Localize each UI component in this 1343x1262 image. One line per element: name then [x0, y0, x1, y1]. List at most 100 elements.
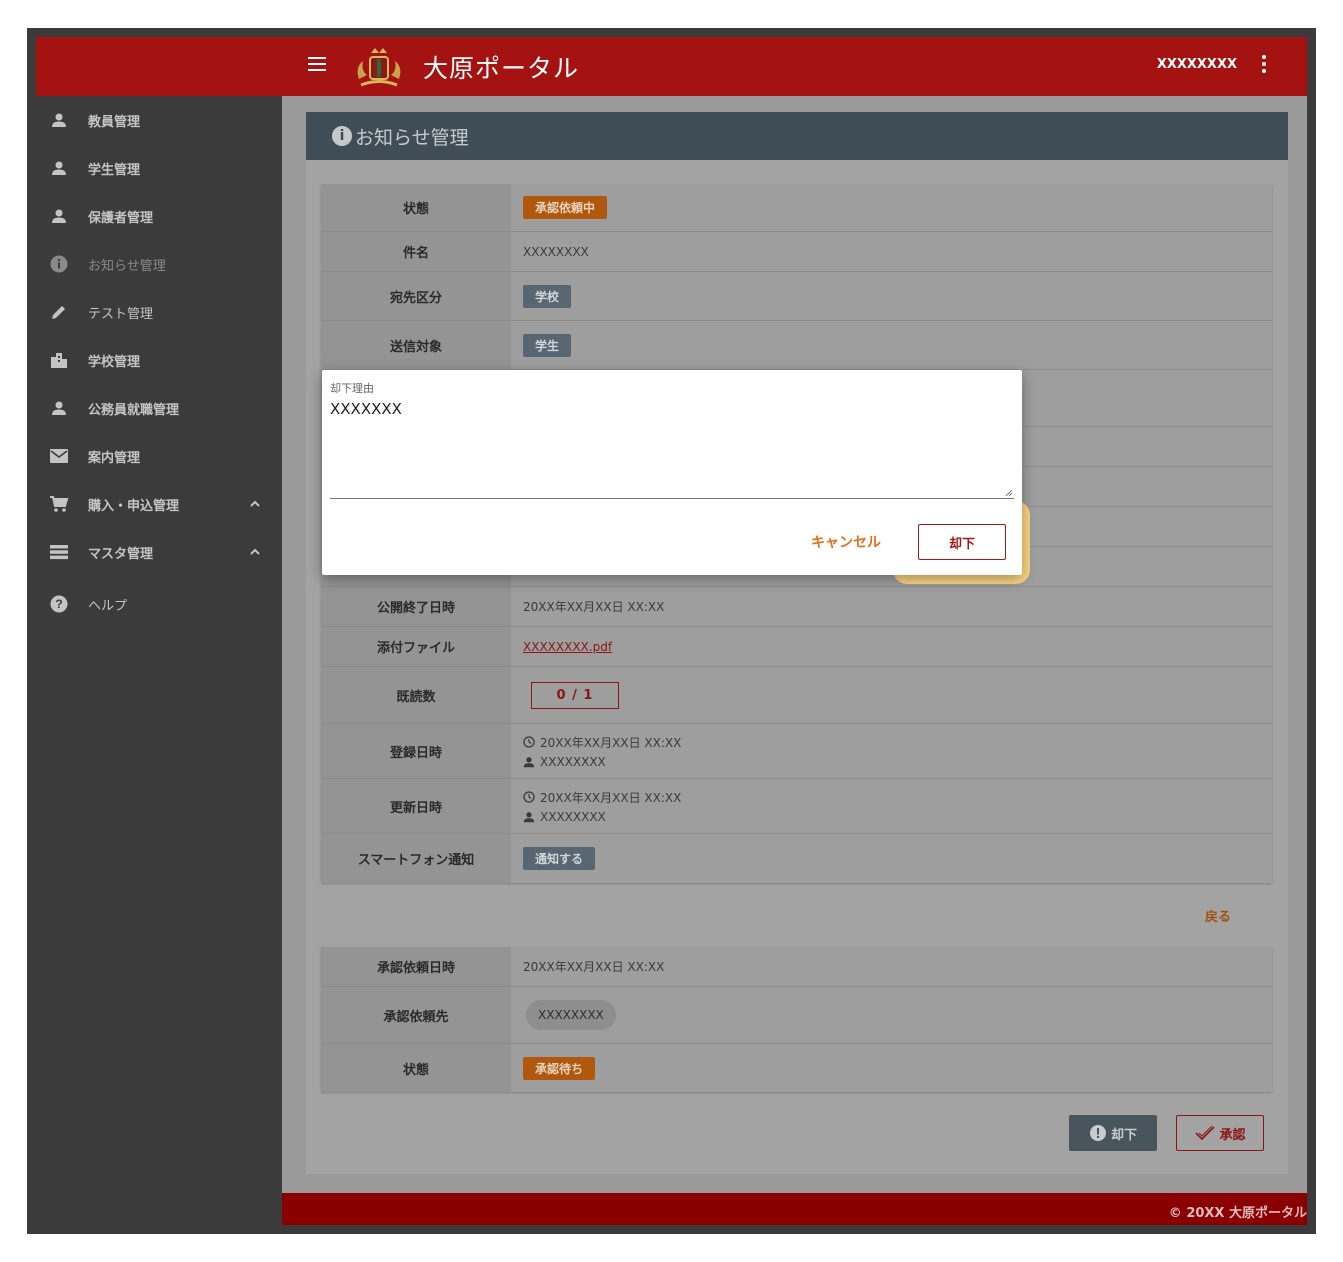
- sidebar-item-label: 保護者管理: [88, 210, 154, 226]
- footer: © 20XX 大原ポータル: [282, 1193, 1307, 1225]
- chevron-up-icon[interactable]: [249, 546, 261, 558]
- copyright-text: © 20XX 大原ポータル: [1168, 1206, 1307, 1221]
- approval-date-value: 20XX年XX月XX日 XX:XX: [523, 960, 665, 974]
- created-date: 20XX年XX月XX日 XX:XX: [540, 735, 682, 750]
- help-icon: ?: [49, 594, 69, 614]
- alert-icon: [1089, 1125, 1106, 1141]
- approver-chip: XXXXXXXX: [526, 1000, 616, 1030]
- crest-logo-icon: [357, 48, 401, 87]
- person-icon: [49, 206, 69, 226]
- cancel-button[interactable]: キャンセル: [811, 532, 881, 552]
- main-content: i お知らせ管理 状態 承認依頼中 件名 XXXXXXXX 宛先区分 学校 送信…: [282, 96, 1307, 1194]
- clock-icon: [523, 791, 535, 803]
- destination-badge: 学校: [523, 284, 572, 308]
- subject-value: XXXXXXXX: [523, 244, 589, 259]
- row-label: 公開終了日時: [321, 587, 511, 626]
- cart-icon: [49, 494, 69, 514]
- app-header: 大原ポータル XXXXXXXX: [36, 37, 1307, 96]
- person-icon: [49, 110, 69, 130]
- row-label: 送信対象: [321, 321, 511, 369]
- info-icon: [49, 254, 69, 274]
- app-title: 大原ポータル: [423, 54, 580, 83]
- building-icon: [49, 350, 69, 370]
- app-frame: 大原ポータル XXXXXXXX 教員管理 学生管理 保護者管理 お知らせ管理 テ…: [27, 28, 1316, 1234]
- sidebar-item-tests[interactable]: テスト管理: [27, 288, 282, 336]
- pencil-icon: [49, 302, 69, 322]
- sidebar-item-label: 公務員就職管理: [88, 402, 180, 418]
- check-icon: [1195, 1125, 1216, 1141]
- approval-status-badge: 承認待ち: [523, 1056, 596, 1080]
- row-label: 更新日時: [321, 779, 511, 833]
- reject-button[interactable]: 却下: [1069, 1115, 1157, 1151]
- person-icon: [523, 756, 535, 767]
- sidebar-item-label: 学生管理: [88, 162, 141, 178]
- table-row: 承認依頼日時 20XX年XX月XX日 XX:XX: [321, 947, 1272, 987]
- user-name[interactable]: XXXXXXXX: [1157, 57, 1237, 72]
- row-label: 状態: [321, 184, 511, 231]
- approve-button[interactable]: 承認: [1176, 1115, 1264, 1151]
- table-row: 宛先区分 学校: [321, 272, 1272, 321]
- read-count-button[interactable]: 0 / 1: [531, 681, 619, 709]
- attachment-link[interactable]: XXXXXXXX.pdf: [523, 640, 612, 654]
- table-row: 既読数 0 / 1: [321, 667, 1272, 724]
- table-row: 添付ファイル XXXXXXXX.pdf: [321, 627, 1272, 667]
- sidebar-item-students[interactable]: 学生管理: [27, 144, 282, 192]
- sidebar-item-label: 学校管理: [88, 354, 141, 370]
- row-label: 承認依頼先: [321, 987, 511, 1043]
- sidebar-item-label: 購入・申込管理: [88, 498, 180, 514]
- row-label: 承認依頼日時: [321, 947, 511, 986]
- sidebar-item-civil-service[interactable]: 公務員就職管理: [27, 384, 282, 432]
- info-icon: i: [332, 126, 352, 146]
- chevron-up-icon[interactable]: [249, 498, 261, 510]
- table-row: 件名 XXXXXXXX: [321, 232, 1272, 272]
- reject-reason-dialog: 却下理由 XXXXXXX キャンセル: [322, 370, 1022, 575]
- approve-label: 承認: [1219, 1127, 1246, 1143]
- page-title-text: お知らせ管理: [355, 126, 469, 149]
- reject-reason-textarea[interactable]: XXXXXXX: [330, 400, 1014, 498]
- sidebar-item-label: 案内管理: [88, 450, 141, 466]
- table-row: 承認依頼先 XXXXXXXX: [321, 987, 1272, 1044]
- sidebar-item-notices[interactable]: お知らせ管理: [27, 240, 282, 288]
- table-row: 送信対象 学生: [321, 321, 1272, 370]
- updated-date: 20XX年XX月XX日 XX:XX: [540, 790, 682, 805]
- table-row: 更新日時 20XX年XX月XX日 XX:XX XXXXXXXX: [321, 779, 1272, 834]
- table-row: スマートフォン通知 通知する: [321, 834, 1272, 883]
- sidebar-item-guides[interactable]: 案内管理: [27, 432, 282, 480]
- end-date-value: 20XX年XX月XX日 XX:XX: [523, 600, 665, 614]
- sidebar-item-masters[interactable]: マスタ管理: [27, 528, 282, 576]
- notice-card: i お知らせ管理 状態 承認依頼中 件名 XXXXXXXX 宛先区分 学校 送信…: [306, 112, 1288, 1174]
- row-label: 既読数: [321, 667, 511, 723]
- clock-icon: [523, 736, 535, 748]
- sidebar-item-label: ヘルプ: [88, 598, 128, 614]
- target-badge: 学生: [523, 333, 572, 357]
- sidebar-item-label: マスタ管理: [88, 546, 154, 562]
- row-label: 宛先区分: [321, 272, 511, 320]
- sidebar-item-purchases[interactable]: 購入・申込管理: [27, 480, 282, 528]
- updated-user: XXXXXXXX: [540, 809, 606, 824]
- sidebar-item-teachers[interactable]: 教員管理: [27, 96, 282, 144]
- sidebar-item-guardians[interactable]: 保護者管理: [27, 192, 282, 240]
- person-icon: [523, 811, 535, 822]
- sidebar: 教員管理 学生管理 保護者管理 お知らせ管理 テスト管理 学校管理 公務員就職管…: [27, 96, 282, 1234]
- resize-grip-icon[interactable]: [1003, 487, 1013, 497]
- table-row: 公開終了日時 20XX年XX月XX日 XX:XX: [321, 587, 1272, 627]
- reject-label: 却下: [1110, 1127, 1137, 1143]
- dialog-reject-button[interactable]: 却下: [918, 524, 1006, 560]
- sidebar-item-schools[interactable]: 学校管理: [27, 336, 282, 384]
- row-label: 件名: [321, 232, 511, 271]
- sidebar-item-label: お知らせ管理: [88, 258, 166, 274]
- hamburger-menu-icon[interactable]: [308, 57, 326, 71]
- table-row: 状態 承認待ち: [321, 1044, 1272, 1092]
- row-label: スマートフォン通知: [321, 834, 511, 883]
- page-title: i お知らせ管理: [306, 112, 1288, 160]
- person-icon: [49, 398, 69, 418]
- textarea-underline: [330, 498, 1014, 499]
- back-link[interactable]: 戻る: [1205, 906, 1231, 925]
- svg-text:?: ?: [55, 597, 62, 611]
- row-label: 状態: [321, 1044, 511, 1092]
- status-badge: 承認依頼中: [523, 196, 608, 219]
- more-vert-icon[interactable]: [1261, 55, 1267, 73]
- mail-icon: [49, 446, 69, 466]
- sidebar-item-help[interactable]: ? ヘルプ: [27, 580, 282, 628]
- table-row: 状態 承認依頼中: [321, 184, 1272, 232]
